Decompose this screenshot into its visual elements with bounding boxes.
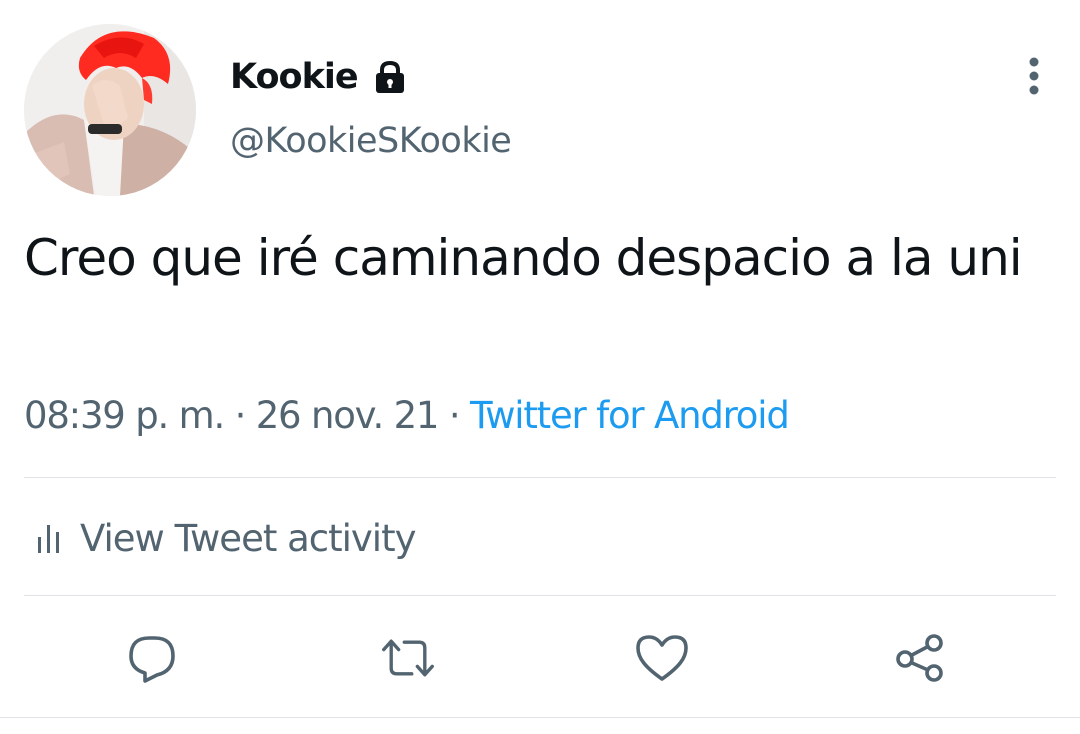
tweet-time[interactable]: 08:39 p. m. bbox=[24, 394, 225, 437]
tweet-source-link[interactable]: Twitter for Android bbox=[470, 394, 790, 437]
divider bbox=[0, 717, 1080, 718]
more-vertical-icon bbox=[1029, 57, 1039, 95]
share-button[interactable] bbox=[892, 630, 948, 686]
view-tweet-activity-button[interactable]: View Tweet activity bbox=[36, 512, 416, 564]
more-options-button[interactable] bbox=[1012, 54, 1056, 98]
avatar[interactable] bbox=[24, 24, 196, 196]
tweet-metadata: 08:39 p. m. · 26 nov. 21 · Twitter for A… bbox=[24, 394, 790, 437]
retweet-button[interactable] bbox=[380, 630, 436, 686]
meta-separator: · bbox=[234, 394, 247, 437]
lock-icon bbox=[372, 59, 408, 95]
share-icon bbox=[896, 634, 943, 682]
meta-separator: · bbox=[448, 394, 461, 437]
like-button[interactable] bbox=[634, 630, 690, 686]
reply-button[interactable] bbox=[124, 630, 180, 686]
user-name-row: Kookie bbox=[230, 52, 408, 102]
display-name[interactable]: Kookie bbox=[230, 57, 359, 97]
view-tweet-activity-label: View Tweet activity bbox=[80, 516, 416, 560]
divider bbox=[24, 477, 1056, 478]
reply-icon bbox=[129, 636, 175, 683]
tweet-detail: Kookie @KookieSKookie Creo que iré camin… bbox=[0, 0, 1080, 734]
heart-icon bbox=[636, 635, 688, 681]
tweet-date[interactable]: 26 nov. 21 bbox=[256, 394, 440, 437]
bar-chart-icon bbox=[38, 525, 59, 553]
tweet-text: Creo que iré caminando despacio a la uni bbox=[24, 229, 1023, 287]
retweet-icon bbox=[382, 639, 434, 677]
user-handle[interactable]: @KookieSKookie bbox=[230, 121, 512, 161]
avatar-image bbox=[24, 24, 196, 196]
divider bbox=[24, 595, 1056, 596]
